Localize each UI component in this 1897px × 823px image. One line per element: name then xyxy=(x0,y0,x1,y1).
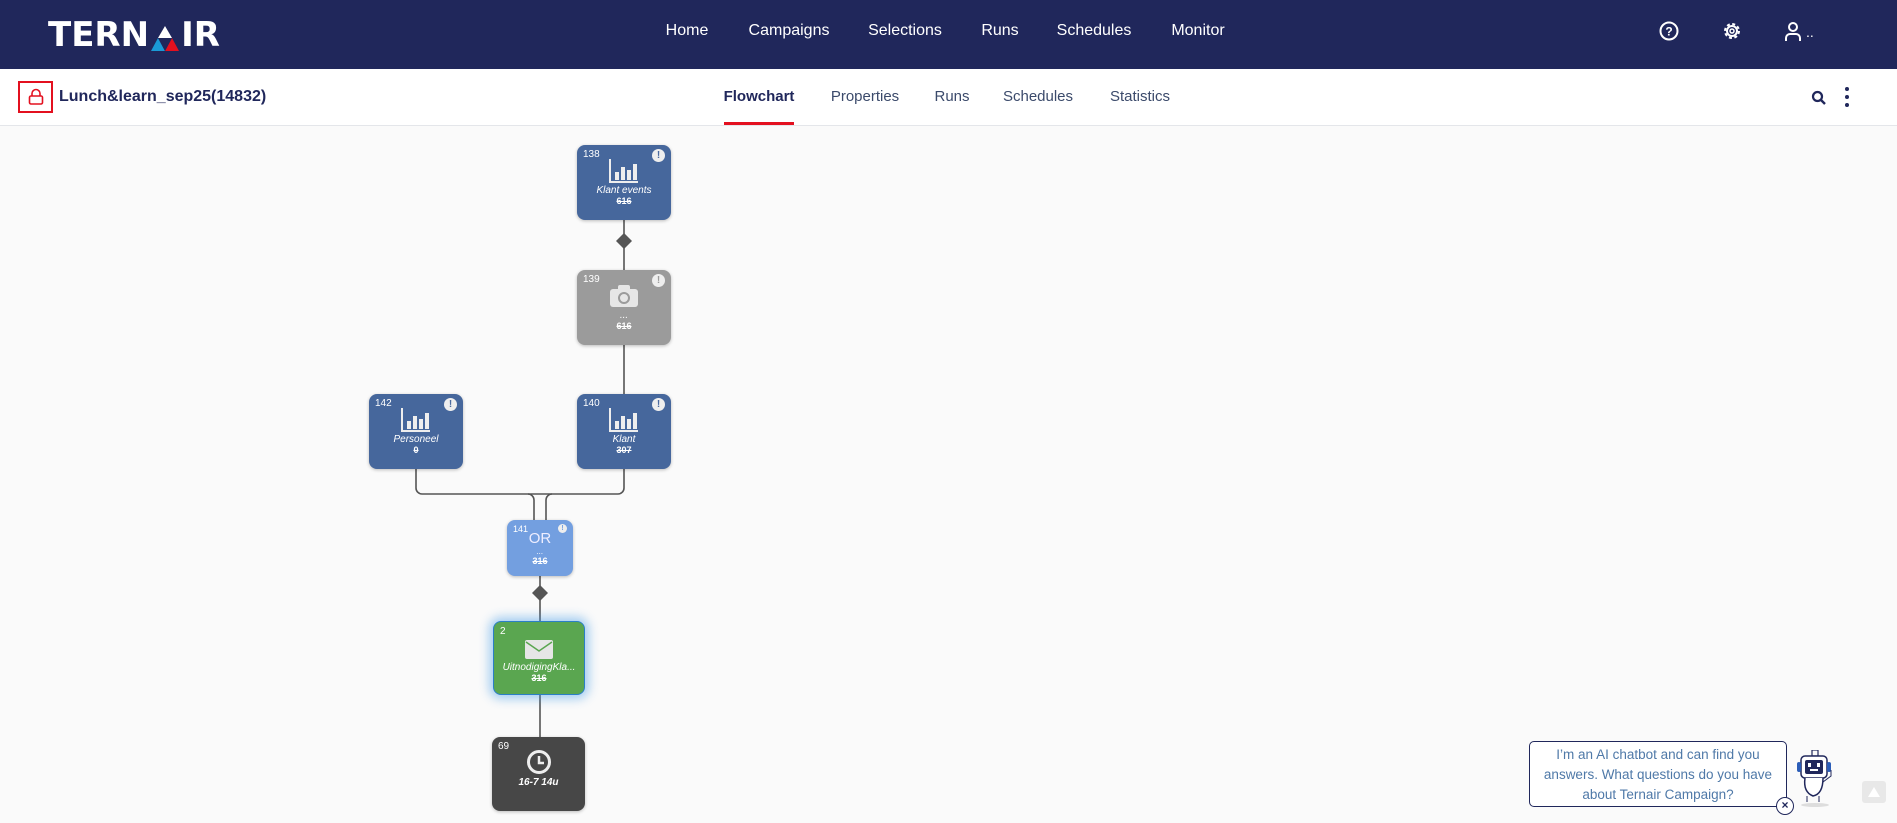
warning-icon: ! xyxy=(444,398,457,411)
flow-connectors xyxy=(415,220,632,737)
node-id: 141 xyxy=(513,524,529,534)
node-label: 16-7 14u xyxy=(518,777,559,788)
node-count: 307 xyxy=(616,445,632,455)
connector-diamond xyxy=(616,233,632,249)
arrow-up-icon xyxy=(1868,787,1880,797)
node-count: 0 xyxy=(413,445,419,455)
connector-diamond xyxy=(532,585,548,601)
warning-icon: ! xyxy=(652,149,665,162)
chatbot-message[interactable]: I’m an AI chatbot and can find you answe… xyxy=(1529,741,1787,807)
node-id: 138 xyxy=(583,149,600,160)
clock-icon xyxy=(492,749,585,775)
node-count: 616 xyxy=(616,321,632,331)
node-id: 2 xyxy=(500,626,506,637)
node-label: ... xyxy=(536,547,544,556)
warning-icon: ! xyxy=(652,398,665,411)
warning-icon: ! xyxy=(558,524,567,533)
node-id: 69 xyxy=(498,741,510,752)
flow-node-selection[interactable]: 138 ! Klant events 616 xyxy=(577,145,671,220)
flow-node-snapshot[interactable]: 139 ! ... 616 xyxy=(577,270,671,345)
node-label: Klant xyxy=(612,434,636,445)
node-count: 316 xyxy=(531,673,547,683)
node-label: ... xyxy=(619,310,629,321)
flow-node-selection[interactable]: 140 ! Klant 307 xyxy=(577,394,671,469)
chatbot-close-button[interactable]: × xyxy=(1776,797,1794,815)
node-count: 616 xyxy=(616,196,632,206)
node-count: 316 xyxy=(532,556,548,566)
envelope-icon xyxy=(494,634,584,660)
scroll-to-top-button[interactable] xyxy=(1862,781,1886,803)
node-id: 139 xyxy=(583,274,600,285)
node-label: Klant events xyxy=(596,185,652,196)
warning-icon: ! xyxy=(652,274,665,287)
node-label: Personeel xyxy=(393,434,439,445)
flow-node-selection[interactable]: 142 ! Personeel 0 xyxy=(369,394,463,469)
node-id: 142 xyxy=(375,398,392,409)
flow-node-or[interactable]: 141 ! OR ... 316 xyxy=(507,520,573,576)
node-label: UitnodigingKla... xyxy=(502,662,576,673)
chatbot-robot-icon[interactable] xyxy=(1795,749,1837,813)
flow-node-email[interactable]: 2 UitnodigingKla... 316 xyxy=(493,621,585,695)
node-id: 140 xyxy=(583,398,600,409)
flow-node-schedule[interactable]: 69 16-7 14u xyxy=(492,737,585,811)
